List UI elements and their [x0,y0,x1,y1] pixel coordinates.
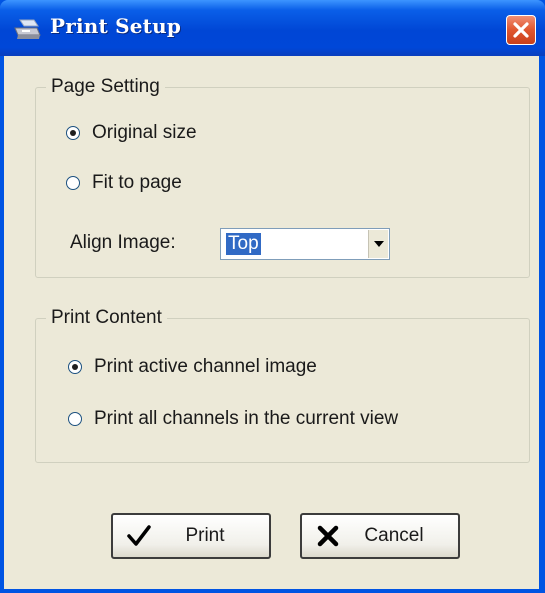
chevron-down-icon [373,241,384,247]
align-image-label: Align Image: [70,232,176,253]
window-title: Print Setup [50,14,182,38]
radio-button[interactable] [68,412,82,426]
radio-original-size[interactable]: Original size [66,121,197,145]
print-setup-dialog: Print Setup Page Setting Original size F… [0,0,545,593]
radio-label: Fit to page [92,172,182,193]
radio-button-checked[interactable] [68,360,82,374]
print-content-group [35,318,530,463]
align-image-select[interactable]: Top [220,228,390,260]
x-icon [317,525,339,547]
title-bar[interactable]: Print Setup [0,0,545,56]
radio-label: Print all channels in the current view [94,408,399,429]
print-button-label: Print [185,525,225,546]
check-icon [127,525,151,546]
align-image-value: Top [226,233,261,255]
radio-fit-to-page[interactable]: Fit to page [66,171,182,195]
page-setting-legend: Page Setting [46,76,165,98]
radio-print-all-channels[interactable]: Print all channels in the current view [68,407,398,431]
radio-button[interactable] [66,176,80,190]
cancel-button-label: Cancel [364,525,424,546]
cancel-button[interactable]: Cancel [300,513,460,559]
print-content-legend: Print Content [46,307,167,329]
dialog-body: Page Setting Original size Fit to page A… [4,56,539,589]
radio-label: Print active channel image [94,356,317,377]
radio-print-active-channel[interactable]: Print active channel image [68,355,317,379]
radio-button-checked[interactable] [66,126,80,140]
dropdown-arrow-button[interactable] [368,230,388,258]
print-button[interactable]: Print [111,513,271,559]
printer-icon [14,19,41,39]
close-button[interactable] [506,15,536,45]
radio-label: Original size [92,122,197,143]
close-icon [513,22,529,38]
